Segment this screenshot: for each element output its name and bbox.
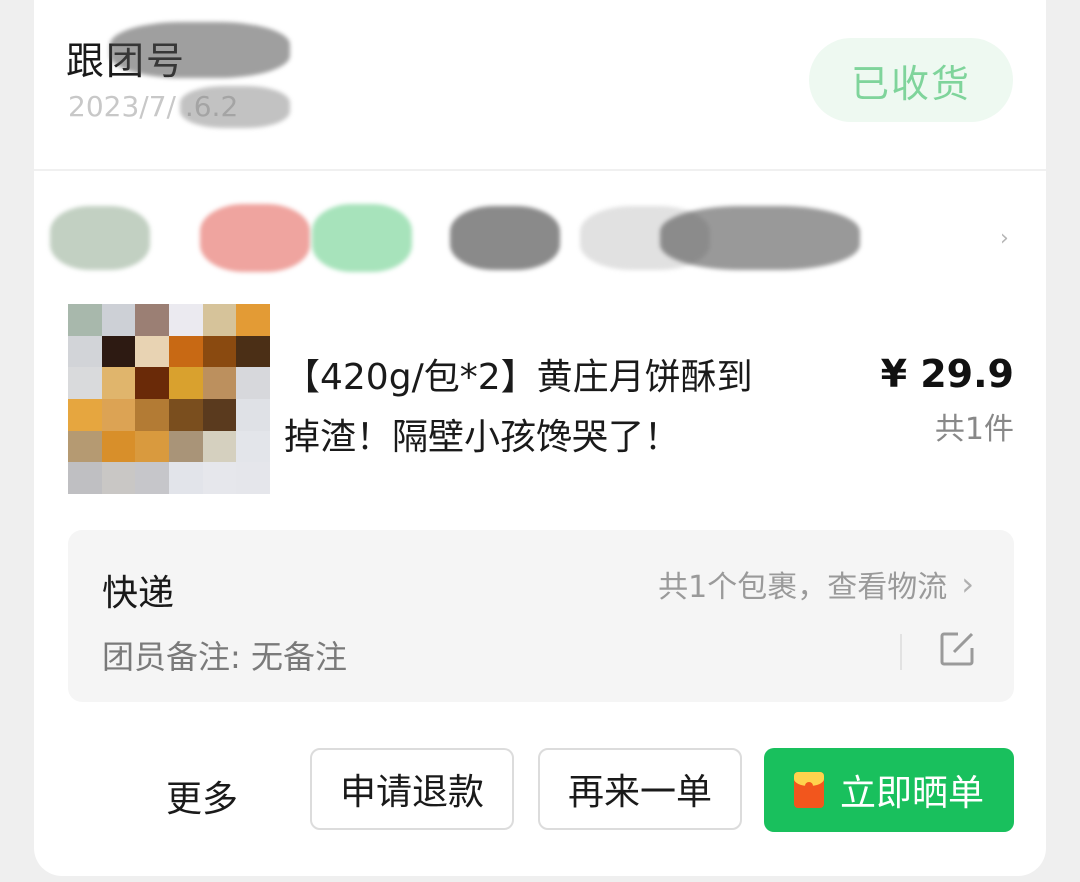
product-thumbnail[interactable] xyxy=(68,304,270,494)
chevron-right-icon[interactable]: › xyxy=(1000,226,1009,251)
remark-divider xyxy=(900,634,902,670)
product-quantity: 共1件 xyxy=(934,412,1014,447)
shop-info-row[interactable] xyxy=(50,202,870,274)
redaction-mark xyxy=(312,204,412,272)
redaction-mark xyxy=(50,206,150,270)
chevron-right-icon: › xyxy=(961,565,974,603)
member-remark: 团员备注: 无备注 xyxy=(102,638,347,676)
edit-icon[interactable] xyxy=(938,630,976,668)
view-logistics-text: 共1个包裹，查看物流 xyxy=(658,570,948,605)
shipping-info-box: 快递 共1个包裹，查看物流 › 团员备注: 无备注 xyxy=(68,530,1014,702)
redaction-mark xyxy=(450,206,560,270)
shipping-method-label: 快递 xyxy=(102,573,175,614)
share-order-label: 立即晒单 xyxy=(839,773,984,814)
redaction-mark xyxy=(660,206,860,270)
red-envelope-icon xyxy=(793,772,824,808)
order-status-badge: 已收货 xyxy=(809,38,1013,122)
product-title[interactable]: 【420g/包*2】黄庄月饼酥到掉渣！隔壁小孩馋哭了！ xyxy=(284,348,784,468)
redaction-mark xyxy=(180,86,290,128)
product-price: ¥ 29.9 xyxy=(880,352,1014,396)
more-button[interactable]: 更多 xyxy=(166,770,238,822)
redaction-mark xyxy=(110,22,290,78)
reorder-button[interactable]: 再来一单 xyxy=(538,748,742,830)
redaction-mark xyxy=(200,204,310,272)
view-logistics-link[interactable]: 共1个包裹，查看物流 › xyxy=(658,562,974,606)
share-order-button[interactable]: 立即晒单 xyxy=(764,748,1014,832)
header-divider xyxy=(34,169,1046,171)
apply-refund-button[interactable]: 申请退款 xyxy=(310,748,514,830)
